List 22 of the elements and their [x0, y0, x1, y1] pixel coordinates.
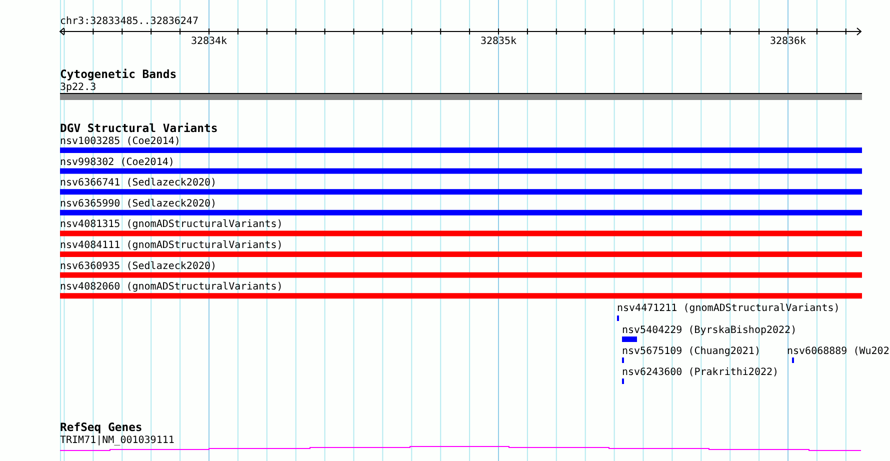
track-title: Cytogenetic Bands — [60, 67, 177, 81]
track-title: DGV Structural Variants — [60, 121, 218, 135]
tick-label: 32836k — [770, 36, 806, 47]
tick-label: 32835k — [480, 36, 517, 47]
band-label: 3p22.3 — [60, 82, 96, 93]
variant-label: nsv4471211 (gnomADStructuralVariants) — [617, 303, 840, 314]
variant-label: nsv998302 (Coe2014) — [60, 156, 174, 168]
track-title: RefSeq Genes — [60, 420, 142, 434]
variant-label: nsv1003285 (Coe2014) — [60, 136, 180, 147]
variant-label: nsv6068889 (Wu202 — [787, 346, 890, 357]
variant-label: nsv4081315 (gnomADStructuralVariants) — [60, 219, 283, 230]
variant-label: nsv6366741 (Sedlazeck2020) — [60, 178, 217, 189]
variant-label: nsv4082060 (gnomADStructuralVariants) — [60, 282, 283, 293]
gene-label: TRIM71|NM_001039111 — [60, 435, 174, 446]
variant-label: nsv4084111 (gnomADStructuralVariants) — [60, 240, 283, 251]
variant-label: nsv6365990 (Sedlazeck2020) — [60, 198, 217, 210]
variant-label: nsv6360935 (Sedlazeck2020) — [60, 260, 217, 272]
variant-label: nsv5675109 (Chuang2021) — [622, 346, 760, 357]
chromosome-position: chr3:32833485..32836247 — [60, 16, 198, 27]
tick-label: 32834k — [190, 36, 228, 47]
variant-label: nsv5404229 (ByrskaBishop2022) — [622, 325, 797, 336]
variant-label: nsv6243600 (Prakrithi2022) — [622, 367, 779, 378]
